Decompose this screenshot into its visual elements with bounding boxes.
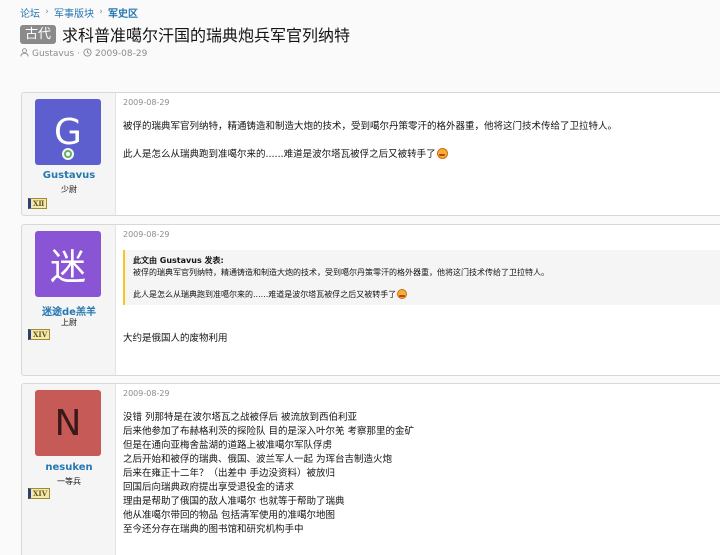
avatar-letter: G bbox=[54, 111, 82, 153]
post-line: 理由是帮助了俄国的敌人准噶尔 也就等于帮助了瑞典 bbox=[123, 496, 345, 507]
post-date[interactable]: 2009-08-29 bbox=[123, 230, 170, 239]
breadcrumb-history[interactable]: 军史区 bbox=[108, 5, 138, 20]
post-date[interactable]: 2009-08-29 bbox=[123, 98, 170, 107]
post-user-cell: 迷 迷途de羔羊 上尉 XIV bbox=[22, 225, 116, 375]
post-body: 被俘的瑞典军官列纳特，精通铸造和制造大炮的技术，受到噶尔丹策零汗的格外器重，他将… bbox=[123, 120, 713, 176]
user-title: 少尉 bbox=[61, 185, 77, 194]
user-title: 上尉 bbox=[61, 318, 77, 327]
thread-meta: Gustavus · 2009-08-29 bbox=[20, 48, 147, 60]
quote-line: 此人是怎么从瑞典跑到准噶尔来的......难道是波尔塔瓦被俘之后又被转手了 bbox=[133, 289, 715, 300]
rank-badge: XIV bbox=[28, 488, 51, 499]
post: G Gustavus 少尉 XⅡ 2009-08-29 被俘的瑞典军官列纳特，精… bbox=[21, 92, 720, 216]
chevron-right-icon: › bbox=[99, 7, 103, 17]
post-user-cell: N nesuken 一等兵 XIV bbox=[22, 384, 116, 555]
quote-spacer bbox=[133, 278, 715, 289]
breadcrumb: 论坛 › 军事版块 › 军史区 bbox=[20, 5, 138, 20]
quote-block: 此文由 Gustavus 发表: 被俘的瑞典军官列纳特，精通铸造和制造大炮的技术… bbox=[123, 250, 720, 305]
user-title: 一等兵 bbox=[57, 477, 81, 486]
page-title: 古代 求科普准噶尔汗国的瑞典炮兵军官列纳特 bbox=[20, 23, 350, 45]
post-content: 2009-08-29 没错 列那特是在波尔塔瓦之战被俘后 被流放到西伯利亚 后来… bbox=[116, 384, 720, 555]
post-paragraph: 被俘的瑞典军官列纳特，精通铸造和制造大炮的技术，受到噶尔丹策零汗的格外器重，他将… bbox=[123, 121, 618, 132]
post: N nesuken 一等兵 XIV 2009-08-29 没错 列那特是在波尔塔… bbox=[21, 383, 720, 555]
avatar[interactable]: 迷 bbox=[35, 231, 101, 297]
username[interactable]: 迷途de羔羊 bbox=[22, 303, 116, 318]
post-body: 大约是俄国人的废物利用 bbox=[123, 332, 713, 360]
post-line: 之后开始和被俘的瑞典、俄国、波兰军人一起 为珲台吉制造火炮 bbox=[123, 454, 393, 465]
post-line: 后来在雍正十二年？（出差中 手边没资料）被放归 bbox=[123, 468, 336, 479]
thread-date[interactable]: 2009-08-29 bbox=[95, 49, 147, 59]
meta-separator: · bbox=[77, 49, 81, 59]
username[interactable]: Gustavus bbox=[22, 170, 116, 181]
post-content: 2009-08-29 此文由 Gustavus 发表: 被俘的瑞典军官列纳特，精… bbox=[116, 225, 720, 375]
chevron-right-icon: › bbox=[45, 7, 49, 17]
post-line: 但是在通向亚梅舍盐湖的道路上被准噶尔军队俘虏 bbox=[123, 440, 333, 451]
clock-icon bbox=[83, 48, 92, 60]
breadcrumb-military[interactable]: 军事版块 bbox=[54, 5, 94, 20]
rank-badge: XIV bbox=[28, 329, 51, 340]
avatar[interactable]: N bbox=[35, 390, 101, 456]
post-body: 没错 列那特是在波尔塔瓦之战被俘后 被流放到西伯利亚 后来他参加了布赫格利茨的探… bbox=[123, 411, 414, 537]
post-line: 后来他参加了布赫格利茨的探险队 目的是深入叶尔羌 考察那里的金矿 bbox=[123, 426, 415, 437]
emoji-icon bbox=[397, 289, 408, 299]
post-paragraph: 此人是怎么从瑞典跑到准噶尔来的......难道是波尔塔瓦被俘之后又被转手了 bbox=[123, 148, 713, 162]
post-line: 回国后向瑞典政府提出享受退役金的请求 bbox=[123, 482, 295, 493]
username[interactable]: nesuken bbox=[22, 462, 116, 473]
post-line: 他从准噶尔带回的物品 包括清军使用的准噶尔地图 bbox=[123, 510, 336, 521]
breadcrumb-forums[interactable]: 论坛 bbox=[20, 5, 40, 20]
user-icon bbox=[20, 48, 29, 60]
post-paragraph: 大约是俄国人的废物利用 bbox=[123, 333, 228, 344]
quote-line: 被俘的瑞典军官列纳特，精通铸造和制造大炮的技术，受到噶尔丹策零汗的格外器重，他将… bbox=[133, 268, 549, 277]
thread-author[interactable]: Gustavus bbox=[32, 49, 74, 59]
emoji-icon bbox=[436, 148, 448, 159]
thread-title: 求科普准噶尔汗国的瑞典炮兵军官列纳特 bbox=[62, 26, 351, 45]
rank-badge: XⅡ bbox=[28, 198, 48, 209]
post-content: 2009-08-29 被俘的瑞典军官列纳特，精通铸造和制造大炮的技术，受到噶尔丹… bbox=[116, 93, 720, 215]
thread-prefix-badge[interactable]: 古代 bbox=[20, 24, 57, 44]
avatar-letter: 迷 bbox=[49, 247, 86, 288]
post-line: 至今还分存在瑞典的图书馆和研究机构手中 bbox=[123, 524, 304, 535]
post-text: 此人是怎么从瑞典跑到准噶尔来的......难道是波尔塔瓦被俘之后又被转手了 bbox=[123, 149, 436, 160]
quote-header[interactable]: 此文由 Gustavus 发表: bbox=[133, 255, 715, 266]
online-status-icon bbox=[62, 148, 74, 160]
post-date[interactable]: 2009-08-29 bbox=[123, 389, 170, 398]
avatar-letter: N bbox=[54, 402, 82, 444]
quote-text: 此人是怎么从瑞典跑到准噶尔来的......难道是波尔塔瓦被俘之后又被转手了 bbox=[133, 290, 397, 299]
post-user-cell: G Gustavus 少尉 XⅡ bbox=[22, 93, 116, 215]
post-line: 没错 列那特是在波尔塔瓦之战被俘后 被流放到西伯利亚 bbox=[123, 412, 358, 423]
post: 迷 迷途de羔羊 上尉 XIV 2009-08-29 此文由 Gustavus … bbox=[21, 224, 720, 376]
